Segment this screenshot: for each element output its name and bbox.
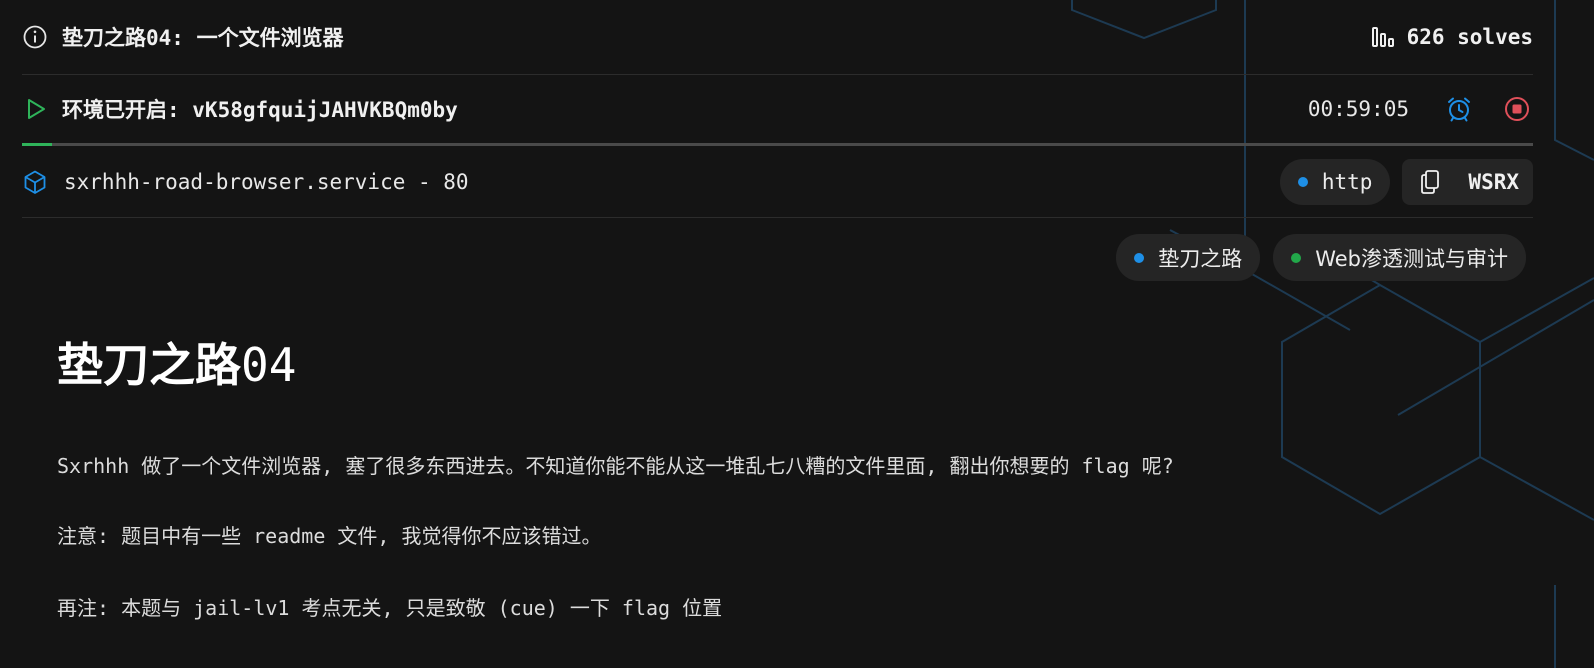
solves-count: 626 solves bbox=[1406, 25, 1533, 49]
tag-label: Web渗透测试与审计 bbox=[1315, 246, 1508, 271]
tag-chip[interactable]: 垫刀之路 bbox=[1116, 234, 1261, 281]
tag-dot bbox=[1291, 252, 1302, 263]
description-paragraph: Sxrhhh 做了一个文件浏览器, 塞了很多东西进去。不知道你能不能从这一堆乱七… bbox=[57, 454, 1174, 478]
service-row: sxrhhh-road-browser.service - 80 http WS… bbox=[22, 146, 1533, 218]
description-paragraph: 再注: 本题与 jail-lv1 考点无关, 只是致敬 (cue) 一下 fla… bbox=[57, 596, 723, 620]
info-circle-icon bbox=[22, 24, 48, 50]
tag-dot bbox=[1134, 252, 1145, 263]
environment-timer: 00:59:05 bbox=[1307, 97, 1409, 121]
tag-chip[interactable]: Web渗透测试与审计 bbox=[1273, 234, 1526, 281]
wsrx-copy-button[interactable]: WSRX bbox=[1402, 158, 1533, 205]
challenge-header: 垫刀之路04: 一个文件浏览器 626 solves bbox=[22, 0, 1533, 75]
alarm-clock-icon bbox=[1445, 95, 1473, 123]
tag-list: 垫刀之路 Web渗透测试与审计 bbox=[1116, 234, 1526, 281]
heading-number: 04 bbox=[241, 338, 297, 392]
stop-circle-icon bbox=[1503, 95, 1531, 123]
challenge-title: 垫刀之路04: 一个文件浏览器 bbox=[62, 26, 344, 50]
wsrx-label: WSRX bbox=[1468, 169, 1519, 194]
heading-text: 垫刀之路 bbox=[57, 338, 241, 392]
bar-chart-icon bbox=[1371, 25, 1395, 49]
cube-icon bbox=[22, 169, 48, 195]
environment-row: 环境已开启: vK58gfquijJAHVKBQm0by 00:59:05 bbox=[22, 75, 1533, 143]
solves-counter: 626 solves bbox=[1371, 25, 1533, 49]
copy-icon bbox=[1420, 169, 1442, 195]
extend-time-button[interactable] bbox=[1443, 93, 1475, 125]
protocol-label: http bbox=[1321, 169, 1373, 194]
description-paragraph: 注意: 题目中有一些 readme 文件, 我觉得你不应该错过。 bbox=[57, 524, 602, 548]
challenge-panel: 垫刀之路04: 一个文件浏览器 626 solves 环境已开启: vK58gf… bbox=[22, 0, 1533, 218]
challenge-description: 垫刀之路04 Sxrhhh 做了一个文件浏览器, 塞了很多东西进去。不知道你能不… bbox=[57, 330, 1537, 620]
service-address: sxrhhh-road-browser.service - 80 bbox=[64, 169, 469, 194]
protocol-status-dot bbox=[1297, 176, 1308, 187]
environment-status: 环境已开启: vK58gfquijJAHVKBQm0by bbox=[62, 98, 458, 122]
challenge-heading: 垫刀之路04 bbox=[57, 330, 1537, 400]
tag-label: 垫刀之路 bbox=[1158, 246, 1243, 271]
protocol-button[interactable]: http bbox=[1279, 158, 1391, 205]
stop-environment-button[interactable] bbox=[1501, 93, 1533, 125]
play-icon bbox=[22, 96, 48, 122]
